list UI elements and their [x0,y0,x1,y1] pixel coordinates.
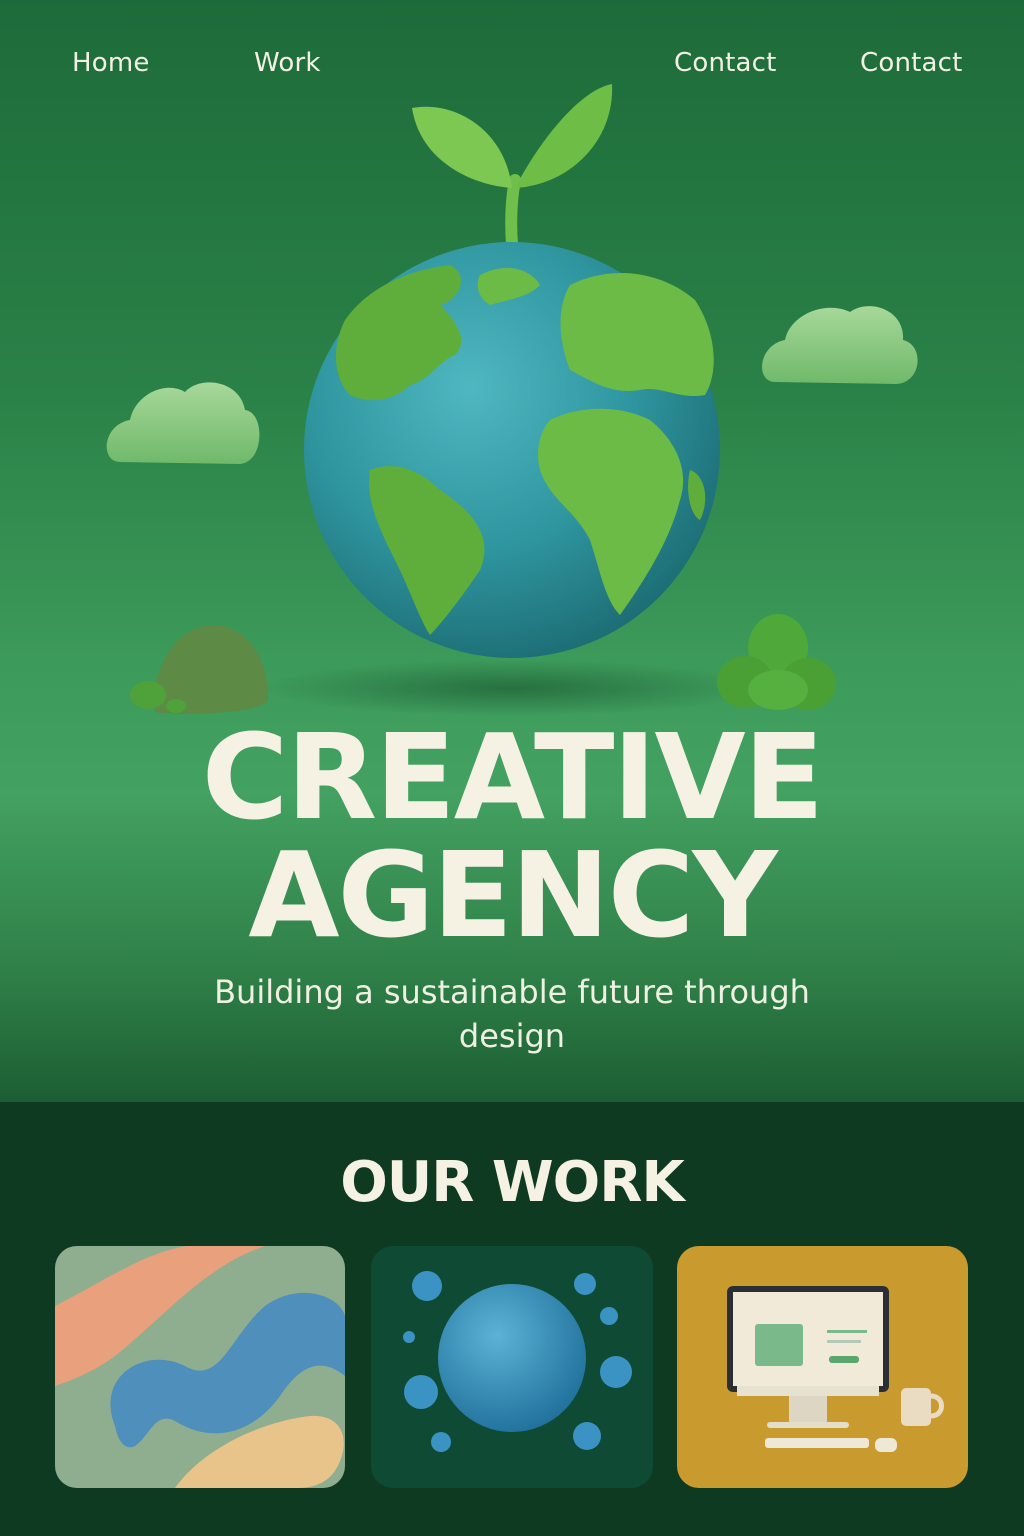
section-title: OUR WORK [340,1150,685,1215]
rock-icon [130,624,269,714]
our-work-section: OUR WORK [0,1102,1024,1536]
desktop-computer-icon [677,1246,968,1488]
globe-icon [304,242,720,658]
top-nav: Home Work Contact Contact [0,48,1024,88]
nav-home-link[interactable]: Home [72,48,150,78]
work-card-sphere[interactable] [371,1246,653,1488]
cloud-right-icon [762,306,918,384]
nav-contact-link-2[interactable]: Contact [860,48,963,78]
hero-section: Home Work Contact Contact CREATIVE AGENC… [0,0,1024,1102]
work-card-abstract[interactable] [55,1246,345,1488]
hero-title-line1: CREATIVE [201,708,825,846]
hero-subtitle: Building a sustainable future through de… [214,973,810,1055]
cloud-left-icon [106,382,260,464]
sphere-bubbles-icon [371,1246,653,1488]
hero-title-line2: AGENCY [248,826,778,964]
sprout-icon [412,84,613,251]
nav-contact-link[interactable]: Contact [674,48,777,78]
abstract-shapes-icon [55,1246,345,1488]
work-card-computer[interactable] [677,1246,968,1488]
nav-work-link[interactable]: Work [254,48,321,78]
bush-icon [717,614,836,710]
hero-illustration [106,84,918,716]
